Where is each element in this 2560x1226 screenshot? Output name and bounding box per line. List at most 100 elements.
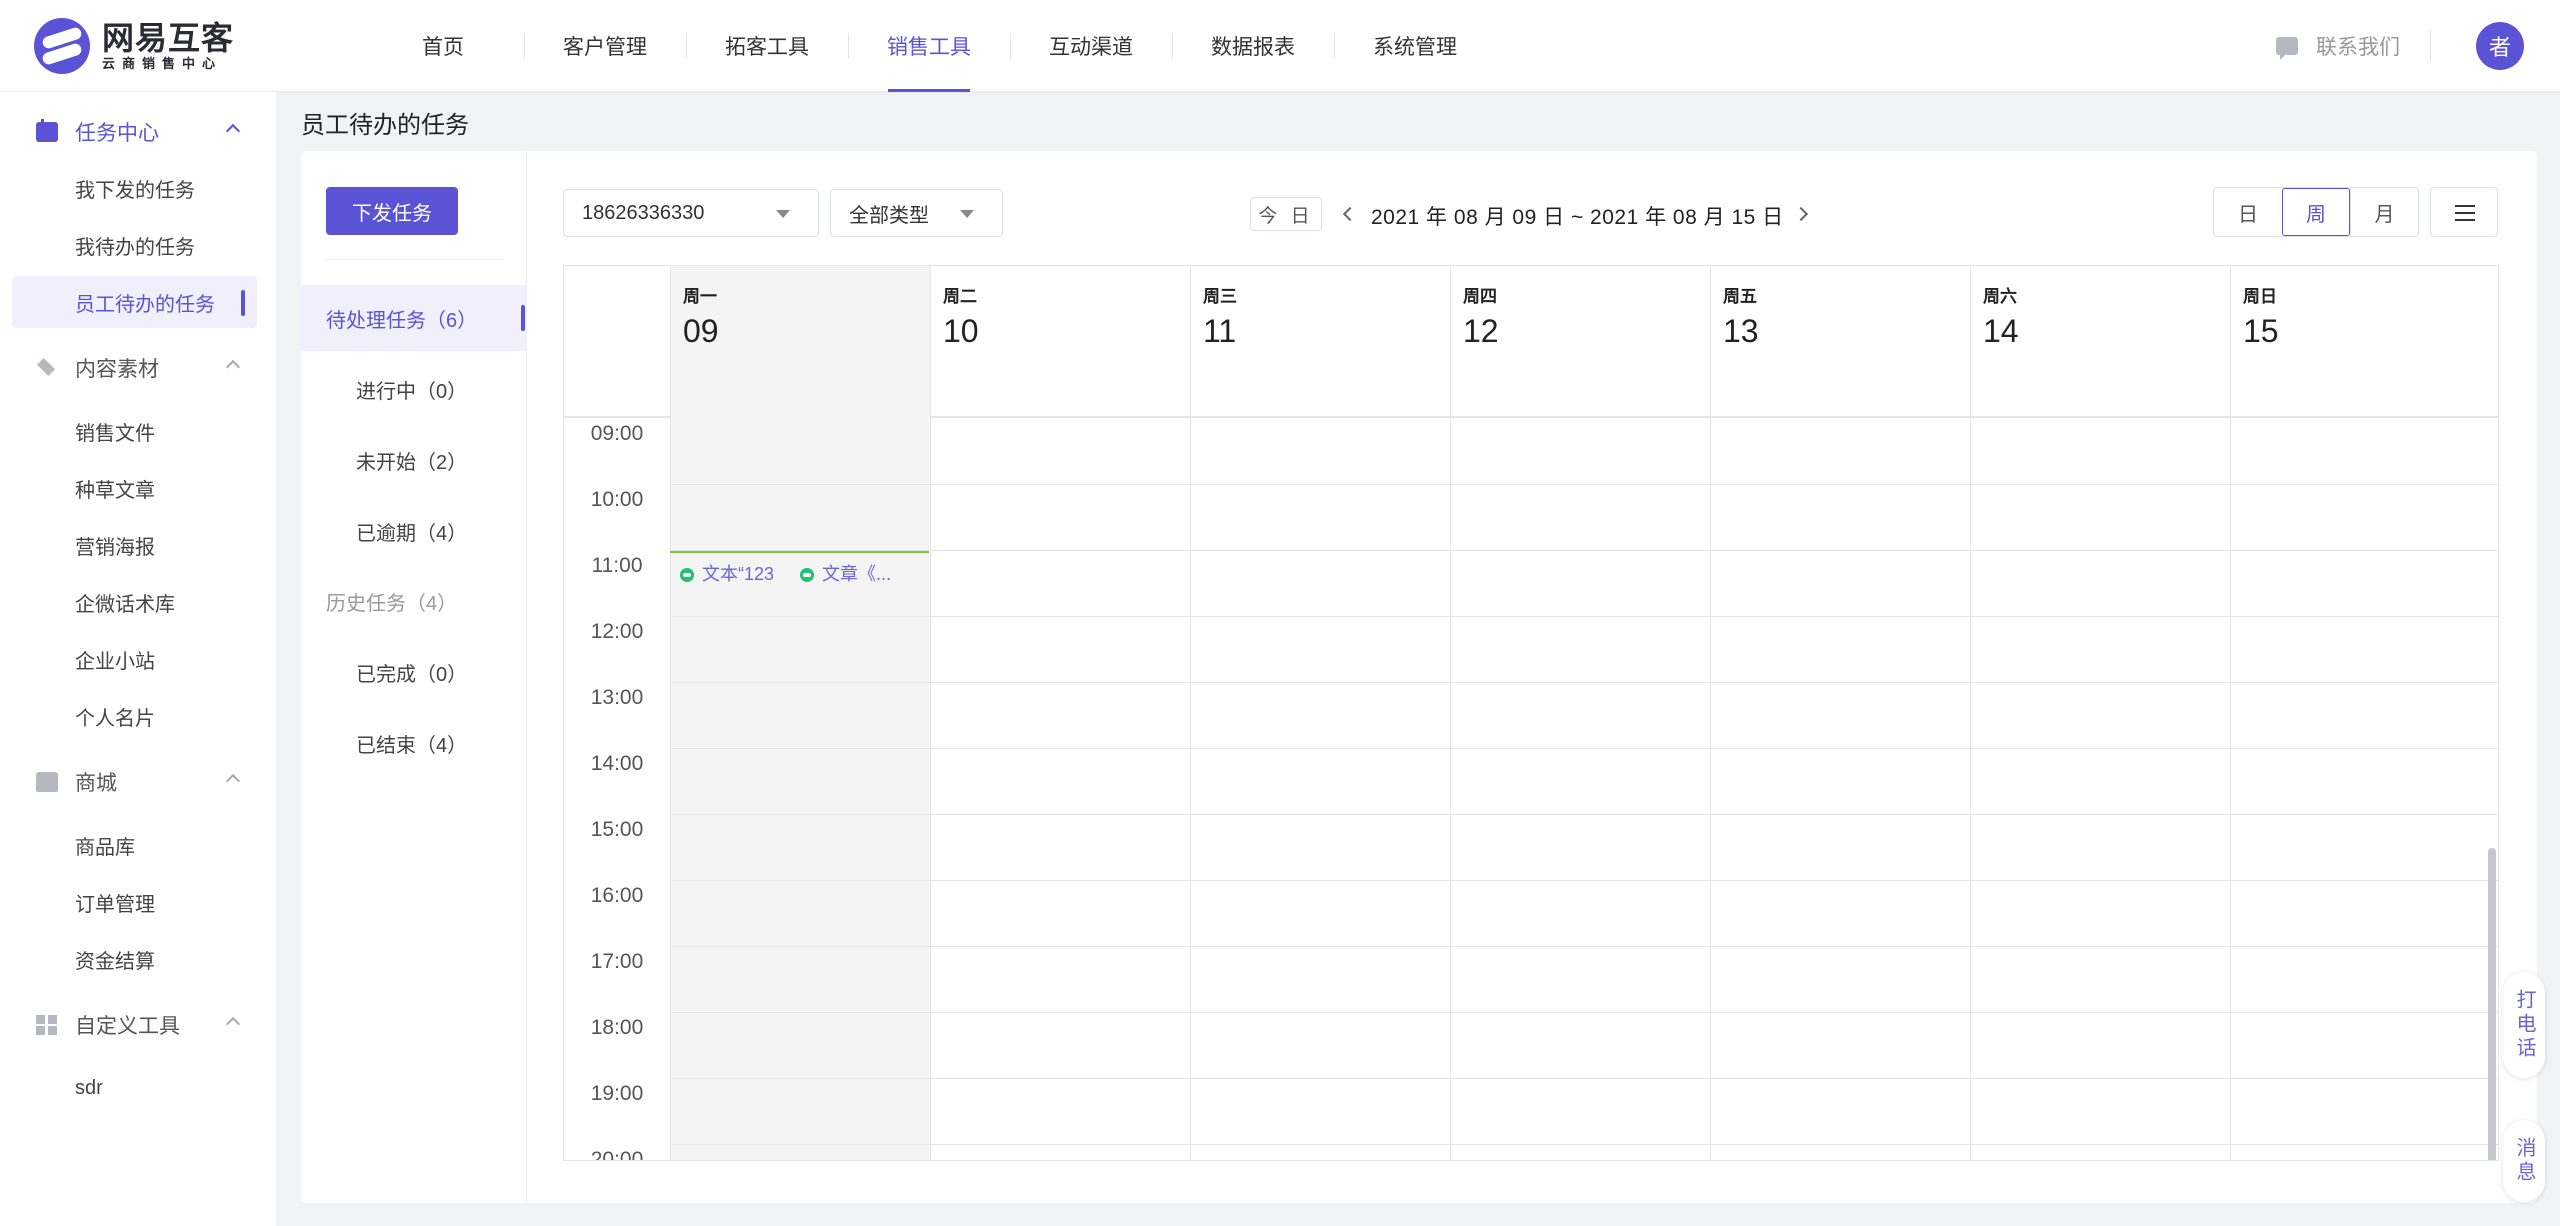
logo[interactable]: 网易互客 云商销售中心 (34, 18, 234, 74)
sidebar-item-business-card[interactable]: 个人名片 (12, 690, 257, 742)
day-header-sat: 周六 14 (1970, 266, 2230, 418)
sidebar-group-custom-tools[interactable]: 自定义工具 (0, 997, 276, 1053)
sidebar-group-content[interactable]: 内容素材 (0, 340, 276, 396)
sidebar-group-label: 任务中心 (75, 122, 159, 145)
message-icon (2276, 37, 2298, 60)
menu-icon (2455, 205, 2475, 207)
task-filter-in-progress[interactable]: 进行中（0） (356, 375, 467, 404)
list-view-button[interactable] (2430, 187, 2498, 237)
time-label: 15:00 (590, 818, 644, 841)
call-float-button[interactable]: 打电话 (2503, 972, 2545, 1078)
calendar-event[interactable]: 文本“123 (680, 558, 790, 588)
sidebar-group-mall[interactable]: 商城 (0, 754, 276, 810)
nav-item-channels[interactable]: 互动渠道 (1010, 0, 1172, 92)
view-week-button[interactable]: 周 (2282, 188, 2350, 236)
sidebar-group-task-center[interactable]: 任务中心 (0, 104, 276, 160)
divider (2430, 30, 2431, 62)
time-label: 18:00 (590, 1016, 644, 1039)
task-filter-overdue[interactable]: 已逾期（4） (356, 517, 467, 546)
time-label: 09:00 (590, 422, 644, 445)
sidebar-item-orders[interactable]: 订单管理 (12, 876, 257, 928)
event-label: 文章《... (822, 564, 892, 584)
task-filter-ended[interactable]: 已结束（4） (356, 729, 467, 758)
day-header-wed: 周三 11 (1190, 266, 1450, 418)
calendar-event[interactable]: 文章《... (800, 558, 900, 588)
sidebar-item-employee-todo-tasks[interactable]: 员工待办的任务 (12, 276, 257, 328)
caret-down-icon (960, 210, 974, 218)
chevron-up-icon (225, 1016, 241, 1032)
sidebar-item-articles[interactable]: 种草文章 (12, 462, 257, 514)
contact-us-label: 联系我们 (2316, 36, 2400, 59)
task-filter-not-started[interactable]: 未开始（2） (356, 446, 467, 475)
chevron-left-icon[interactable] (1342, 206, 1358, 222)
time-label: 14:00 (590, 752, 644, 775)
phone-select-value: 18626336330 (582, 201, 705, 224)
contact-us-link[interactable]: 联系我们 (2276, 30, 2400, 62)
day-date: 12 (1463, 313, 1499, 349)
logo-title: 网易互客 (102, 20, 235, 56)
type-select[interactable]: 全部类型 (830, 189, 1003, 237)
week-calendar: 周一 09 周二 10 周三 11 周四 12 周五 13 周六 14 周日 1… (563, 265, 2499, 1161)
sidebar-item-sdr[interactable]: sdr (12, 1062, 257, 1114)
nav-item-home[interactable]: 首页 (362, 0, 524, 92)
issue-task-button[interactable]: 下发任务 (326, 187, 458, 235)
task-category-history[interactable]: 历史任务（4） (301, 568, 527, 634)
chevron-up-icon (225, 123, 241, 139)
time-label: 12:00 (590, 620, 644, 643)
day-header-mon: 周一 09 (670, 266, 930, 418)
main-card: 下发任务 待处理任务（6） 进行中（0） 未开始（2） 已逾期（4） 历史任务（… (301, 151, 2537, 1203)
view-day-button[interactable]: 日 (2214, 188, 2282, 236)
date-range-label: 2021 年 08 月 09 日 ~ 2021 年 08 月 15 日 (1371, 206, 1784, 229)
day-date: 14 (1983, 313, 2019, 349)
day-date: 13 (1723, 313, 1759, 349)
day-date: 10 (943, 313, 979, 349)
nav-item-acquisition-tools[interactable]: 拓客工具 (686, 0, 848, 92)
logo-subtitle: 云商销售中心 (102, 56, 223, 71)
chevron-up-icon (225, 773, 241, 789)
sidebar-item-my-todo-tasks[interactable]: 我待办的任务 (12, 219, 257, 271)
day-weekday: 周二 (943, 287, 977, 306)
user-avatar[interactable]: 者 (2476, 22, 2524, 70)
sidebar-item-products[interactable]: 商品库 (12, 819, 257, 871)
day-header-tue: 周二 10 (930, 266, 1190, 418)
day-date: 15 (2243, 313, 2279, 349)
sidebar: 任务中心 我下发的任务 我待办的任务 员工待办的任务 内容素材 销售文件 种草文… (0, 92, 276, 1226)
calendar-icon (36, 119, 58, 142)
divider (326, 259, 504, 260)
sidebar-item-micro-site[interactable]: 企业小站 (12, 633, 257, 685)
wechat-icon (800, 568, 814, 582)
calendar-header: 周一 09 周二 10 周三 11 周四 12 周五 13 周六 14 周日 1… (564, 266, 2498, 418)
shop-icon (36, 772, 58, 792)
nav-item-system[interactable]: 系统管理 (1334, 0, 1496, 92)
chevron-right-icon[interactable] (1793, 206, 1809, 222)
phone-select[interactable]: 18626336330 (563, 189, 819, 237)
top-navigation-bar: 网易互客 云商销售中心 首页 客户管理 拓客工具 销售工具 互动渠道 数据报表 … (0, 0, 2560, 92)
sidebar-item-sales-files[interactable]: 销售文件 (12, 405, 257, 457)
sidebar-item-script-library[interactable]: 企微话术库 (12, 576, 257, 628)
sidebar-item-posters[interactable]: 营销海报 (12, 519, 257, 571)
nav-item-reports[interactable]: 数据报表 (1172, 0, 1334, 92)
day-weekday: 周五 (1723, 287, 1757, 306)
nav-item-customers[interactable]: 客户管理 (524, 0, 686, 92)
calendar-scrollbar[interactable] (2488, 848, 2496, 1160)
task-category-pending[interactable]: 待处理任务（6） (301, 285, 527, 351)
day-date: 11 (1203, 313, 1237, 349)
main-nav: 首页 客户管理 拓客工具 销售工具 互动渠道 数据报表 系统管理 (362, 0, 1496, 92)
day-weekday: 周一 (683, 287, 717, 306)
sidebar-item-my-issued-tasks[interactable]: 我下发的任务 (12, 162, 257, 214)
message-float-button[interactable]: 消息 (2503, 1120, 2545, 1202)
time-label: 19:00 (590, 1082, 644, 1105)
calendar-body: 09:00 10:00 11:00 12:00 13:00 14:00 15:0… (564, 418, 2498, 1160)
task-filter-panel: 下发任务 待处理任务（6） 进行中（0） 未开始（2） 已逾期（4） 历史任务（… (301, 151, 527, 1203)
day-date: 09 (683, 313, 719, 349)
day-header-thu: 周四 12 (1450, 266, 1710, 418)
task-filter-completed[interactable]: 已完成（0） (356, 658, 467, 687)
today-button[interactable]: 今 日 (1250, 197, 1322, 231)
type-select-value: 全部类型 (849, 204, 929, 227)
view-month-button[interactable]: 月 (2350, 188, 2418, 236)
sidebar-group-label: 内容素材 (75, 358, 159, 381)
sidebar-item-settlement[interactable]: 资金结算 (12, 933, 257, 985)
call-label: 打电话 (2513, 989, 2535, 1061)
view-switch: 日 周 月 (2213, 187, 2419, 237)
nav-item-sales-tools[interactable]: 销售工具 (848, 0, 1010, 92)
